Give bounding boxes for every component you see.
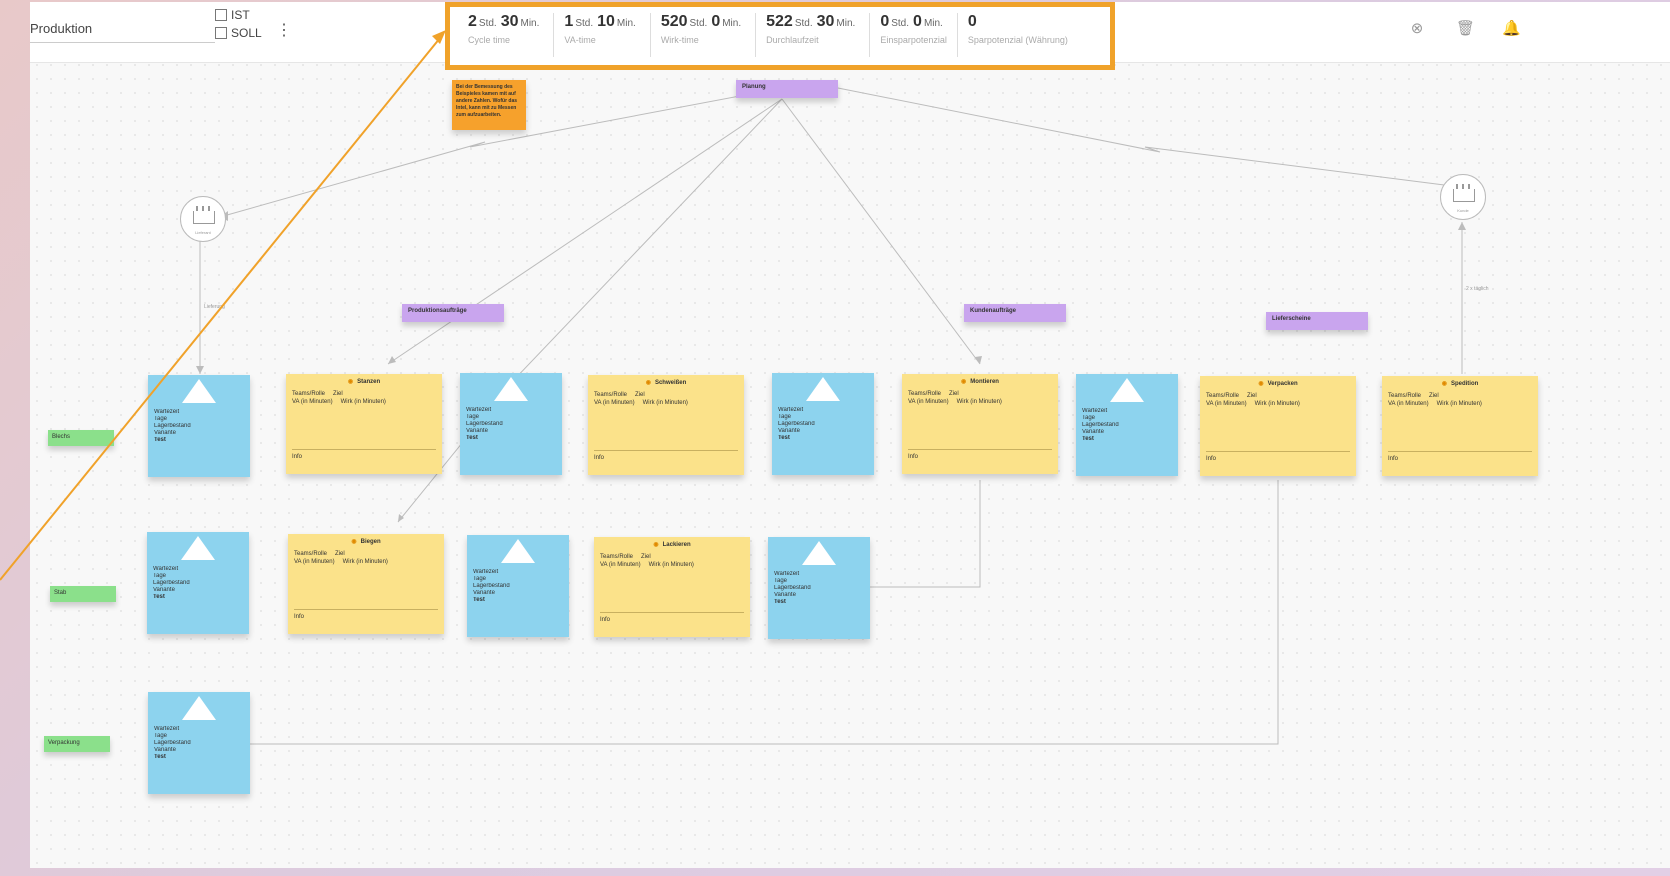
callout-arrow <box>0 30 446 581</box>
